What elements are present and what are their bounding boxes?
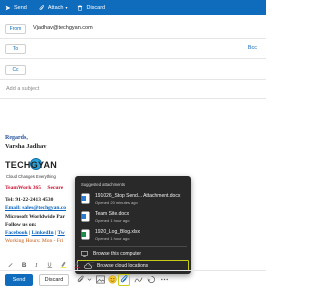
highlight-icon[interactable] [60,261,67,268]
discard-toolbar-label: Discard [86,4,106,11]
attachment-item[interactable]: 1920_Log_Blog.xlsx Opened 1 hour ago [75,226,191,244]
emoji-icon[interactable] [108,275,117,284]
format-painter-icon[interactable] [7,261,14,268]
suggested-attachments-header: Suggested attachments [81,182,125,187]
chevron-down-icon: ▾ [65,5,68,10]
attach-icon[interactable] [77,275,85,284]
twitter-link[interactable]: Tw [57,230,64,236]
signature-name: Varsha Jadhav [5,143,47,150]
top-toolbar: Send Attach ▾ Discard [0,0,266,15]
attachment-item[interactable]: Team Site.docx Opened 1 hour ago [75,208,191,226]
chevron-down-icon[interactable] [87,277,92,282]
send-toolbar-button[interactable]: Send [5,0,27,15]
bottom-action-bar: Send Discard [0,270,266,288]
paperclip-icon [39,4,44,10]
teamwork-link[interactable]: TeamWork 365 [5,185,41,191]
subject-input[interactable]: Add a subject [0,80,266,99]
excel-file-icon [81,229,90,240]
svg-text:U: U [48,262,52,268]
from-value: Vjadhav@techgyan.com [33,25,93,31]
logo-text: TECHGYAN [5,160,58,170]
attachment-name: 1920_Log_Blog.xlsx [95,229,141,235]
svg-text:I: I [34,261,38,267]
cc-button[interactable]: Cc [5,65,26,75]
send-icon [5,5,11,10]
linkedin-link[interactable]: LinkedIn [32,230,54,236]
loop-icon[interactable] [147,275,156,284]
browse-computer-label: Browse this computer [93,250,142,257]
discard-button[interactable]: Discard [39,274,69,286]
partner-line: Microsoft Worldwide Par [5,213,65,220]
send-toolbar-label: Send [14,4,27,11]
discard-toolbar-button[interactable]: Discard [77,0,105,15]
format-toolbar: B I U A [0,258,266,270]
bold-icon[interactable]: B [21,261,27,268]
techgyan-logo: TECHGYAN Cloud Changes Everything [5,158,65,184]
italic-icon[interactable]: I [34,261,40,268]
attach-toolbar-button[interactable]: Attach ▾ [39,0,68,15]
to-row[interactable]: To Bcc [0,39,266,59]
cc-row[interactable]: Cc [0,60,266,80]
word-file-icon [81,193,90,204]
logo-tagline: Cloud Changes Everything [6,174,56,179]
attachment-name: 191026_Stop Send... Attachment.docx [95,193,181,199]
signature-regards: Regards, [5,135,28,141]
attachment-time: Opened 20 minutes ago [95,200,138,205]
bcc-link[interactable]: Bcc [248,45,257,51]
bullets-icon[interactable] [88,261,95,268]
secure-link[interactable]: Secure [47,185,63,191]
follow-line: Follow us on: [5,221,37,228]
underline-icon[interactable]: U [47,261,53,268]
cloud-attach-icon[interactable] [120,275,129,284]
more-options-icon[interactable] [160,275,169,284]
email-link[interactable]: Email: sales@techgyan.co [5,205,66,211]
svg-text:A: A [75,261,79,267]
subject-placeholder: Add a subject [6,86,40,92]
from-button[interactable]: From [5,24,26,34]
hours-line: Working Hours: Mon - Fri [5,238,64,245]
computer-icon [81,250,88,257]
facebook-link[interactable]: Facebook [5,230,28,236]
font-color-icon[interactable]: A [74,261,81,268]
attachment-name: Team Site.docx [95,211,130,217]
tel-line: Tel: 91-22-2413 4530 [5,197,54,204]
signature-icon[interactable] [134,275,143,284]
send-button[interactable]: Send [5,274,33,286]
attach-toolbar-label: Attach [47,4,64,11]
more-format-icon[interactable] [102,261,109,268]
menu-divider [79,246,187,247]
from-row: From Vjadhav@techgyan.com [0,19,266,39]
svg-text:B: B [22,261,27,267]
trash-icon [78,4,83,11]
image-icon[interactable] [96,275,105,284]
attachment-time: Opened 1 hour ago [95,218,130,223]
to-button[interactable]: To [5,44,26,54]
word-file-icon [81,211,90,222]
attachment-item[interactable]: 191026_Stop Send... Attachment.docx Open… [75,190,191,208]
attachment-time: Opened 1 hour ago [95,236,130,241]
